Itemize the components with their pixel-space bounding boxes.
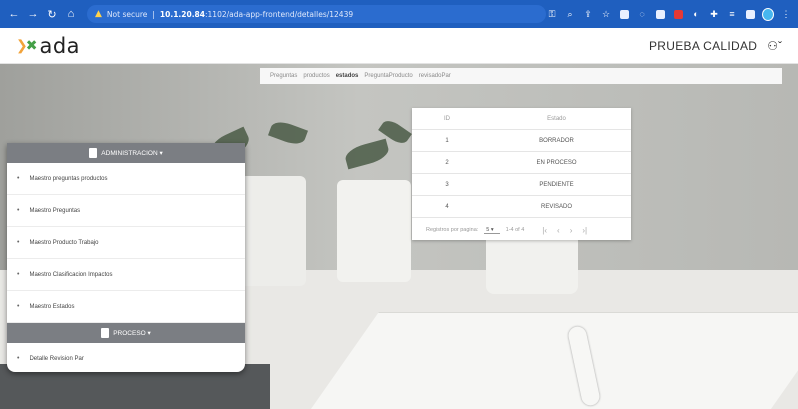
row-estado: PENDIENTE	[539, 181, 574, 188]
document-icon	[89, 148, 98, 158]
table-row[interactable]: 3 PENDIENTE	[412, 174, 631, 196]
menu-item-maestro-clasificacion-impactos[interactable]: • Maestro Clasificacion Impactos	[7, 259, 245, 291]
puzzle-icon[interactable]: ✚	[708, 8, 720, 20]
section-label: PROCESO ▾	[113, 330, 151, 337]
zoom-icon[interactable]: ⌕	[564, 8, 576, 20]
reload-icon[interactable]: ↻	[46, 8, 58, 21]
forward-icon[interactable]: →	[27, 8, 39, 21]
section-label: ADMINISTRACION ▾	[101, 150, 163, 157]
menu-item-maestro-preguntas-productos[interactable]: • Maestro preguntas productos	[7, 163, 245, 195]
row-id: 4	[445, 203, 449, 210]
extensions-area: ⚿ ⌕ ⇪ ☆ ◌ ◐ ✚ ≡ ⋮	[546, 7, 792, 21]
row-estado: BORRADOR	[539, 137, 574, 144]
home-icon[interactable]: ⌂	[65, 8, 77, 21]
menu-item-label: Maestro Preguntas	[29, 207, 81, 214]
page-range: 1-4 of 4	[505, 227, 525, 233]
share-icon[interactable]: ⇪	[582, 8, 594, 20]
page-size-select[interactable]: 5 ▾	[484, 227, 500, 234]
row-id: 3	[445, 181, 449, 188]
app-logo[interactable]: ❯✖ ada	[16, 34, 80, 58]
page-size-label: Registros por pagina:	[426, 227, 479, 233]
url-path: :1102/ada-app-frontend/detalles/12439	[205, 9, 354, 19]
extension-icon[interactable]: ◌	[636, 8, 648, 20]
warning-icon: ▲	[95, 9, 102, 19]
extension-icon[interactable]	[618, 8, 630, 20]
menu-item-maestro-preguntas[interactable]: • Maestro Preguntas	[7, 195, 245, 227]
prev-page-icon[interactable]: ‹	[557, 226, 560, 235]
tab-estados[interactable]: estados	[336, 73, 359, 79]
column-header-id[interactable]: ID	[412, 116, 482, 122]
bullet-icon: •	[17, 303, 20, 310]
extension-icon[interactable]	[672, 8, 684, 20]
address-bar[interactable]: ▲ Not secure | 10.1.20.84:1102/ada-app-f…	[87, 5, 546, 23]
browser-toolbar: ← → ↻ ⌂ ▲ Not secure | 10.1.20.84:1102/a…	[0, 0, 798, 28]
bullet-icon: •	[17, 271, 20, 278]
menu-item-detalle-revision-par[interactable]: • Detalle Revision Par	[7, 343, 245, 372]
bullet-icon: •	[17, 175, 20, 182]
tab-preguntas[interactable]: Preguntas	[270, 73, 297, 79]
bullet-icon: •	[17, 239, 20, 246]
menu-section-administracion[interactable]: ADMINISTRACION ▾	[7, 143, 245, 163]
column-header-estado[interactable]: Estado	[482, 116, 631, 122]
menu-item-maestro-producto-trabajo[interactable]: • Maestro Producto Trabajo	[7, 227, 245, 259]
tab-pregunta-producto[interactable]: PreguntaProducto	[364, 73, 412, 79]
url-host: 10.1.20.84	[159, 9, 205, 19]
menu-dots-icon[interactable]: ⋮	[780, 8, 792, 20]
logo-mark-icon: ❯✖	[16, 37, 37, 53]
user-menu-icon[interactable]: ⚇ˇ	[767, 39, 782, 53]
key-icon[interactable]: ⚿	[546, 8, 558, 20]
menu-item-maestro-estados[interactable]: • Maestro Estados	[7, 291, 245, 323]
paginator: Registros por pagina: 5 ▾ 1-4 of 4 |‹ ‹ …	[412, 218, 631, 242]
extension-icon[interactable]: ≡	[726, 8, 738, 20]
document-icon	[101, 328, 110, 338]
table-row[interactable]: 2 EN PROCESO	[412, 152, 631, 174]
extension-icon[interactable]: ◐	[690, 8, 702, 20]
logo-text: ada	[39, 33, 81, 58]
next-page-icon[interactable]: ›	[570, 226, 573, 235]
menu-item-label: Maestro preguntas productos	[29, 175, 108, 182]
bullet-icon: •	[17, 207, 20, 214]
menu-item-label: Detalle Revision Par	[29, 355, 84, 362]
first-page-icon[interactable]: |‹	[542, 226, 547, 235]
table-row[interactable]: 4 REVISADO	[412, 196, 631, 218]
tab-revisado-par[interactable]: revisadoPar	[419, 73, 451, 79]
row-id: 1	[445, 137, 449, 144]
user-name[interactable]: PRUEBA CALIDAD	[649, 39, 757, 53]
estados-table: ID Estado 1 BORRADOR 2 EN PROCESO 3 PEND…	[412, 108, 631, 240]
sidepanel-icon[interactable]	[744, 8, 756, 20]
side-menu: ADMINISTRACION ▾ • Maestro preguntas pro…	[7, 143, 245, 372]
profile-avatar-icon[interactable]	[762, 7, 774, 21]
not-secure-label: Not secure	[106, 9, 148, 19]
app-header: ❯✖ ada PRUEBA CALIDAD ⚇ˇ	[0, 28, 798, 64]
last-page-icon[interactable]: ›|	[582, 226, 587, 235]
extension-icon[interactable]	[654, 8, 666, 20]
menu-item-label: Maestro Producto Trabajo	[29, 239, 99, 246]
table-row[interactable]: 1 BORRADOR	[412, 130, 631, 152]
table-header: ID Estado	[412, 108, 631, 130]
tab-productos[interactable]: productos	[303, 73, 329, 79]
row-estado: EN PROCESO	[536, 159, 577, 166]
bullet-icon: •	[17, 355, 20, 362]
tabs-bar: Preguntas productos estados PreguntaProd…	[260, 68, 782, 84]
bookmark-star-icon[interactable]: ☆	[600, 8, 612, 20]
menu-item-label: Maestro Estados	[29, 303, 75, 310]
row-id: 2	[445, 159, 449, 166]
menu-item-label: Maestro Clasificacion Impactos	[29, 271, 113, 278]
back-icon[interactable]: ←	[8, 8, 20, 21]
row-estado: REVISADO	[540, 203, 572, 210]
menu-section-proceso[interactable]: PROCESO ▾	[7, 323, 245, 343]
